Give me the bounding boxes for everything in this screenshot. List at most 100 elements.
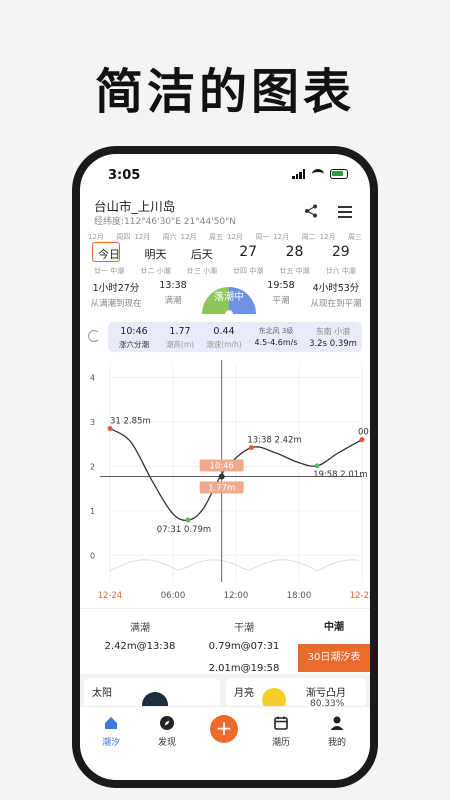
tab-label: 发现: [157, 738, 176, 748]
status-icons: [292, 169, 348, 179]
x-tick-label: 06:00: [161, 591, 186, 601]
day-sub: 廿一 中潮: [94, 267, 125, 275]
info-caption: 潮高(m): [165, 340, 195, 349]
info-value: 东南 小浪: [315, 327, 351, 336]
day-sub: 廿三 小潮: [186, 267, 217, 275]
point-label: 07:31 0.79m: [157, 525, 211, 535]
promo-title: 简洁的图表: [94, 64, 355, 120]
point-label: 19:58 2.01m: [313, 470, 367, 480]
day-month: 12月: [273, 233, 290, 241]
tide-chart[interactable]: 0 1 2 3 4 12-24 06:00 12:00 18:00 12-25 31 2.85m 07…: [80, 354, 370, 608]
info-height: 1.77 潮高(m): [158, 326, 202, 350]
x-tick-label: 12:00: [224, 591, 249, 601]
tab-tide[interactable]: 潮汐: [86, 715, 136, 748]
tab-label: 潮汐: [101, 738, 120, 748]
day-item[interactable]: 12月 周二 28 廿五 中潮: [271, 230, 317, 278]
high-tide-point: [359, 437, 365, 443]
plus-icon[interactable]: +: [210, 715, 238, 743]
high-tide-time: 13:38 满潮: [150, 280, 196, 306]
high-tide-point: [107, 426, 113, 432]
high-tide-1: 2.42m@13:38: [104, 641, 176, 652]
refresh-icon[interactable]: [88, 330, 100, 342]
day-label: 27: [239, 244, 258, 260]
x-tick-label: 18:00: [287, 591, 312, 601]
status-time: 3:05: [108, 168, 141, 183]
battery-icon: [330, 169, 348, 179]
compass-icon: [160, 716, 174, 730]
cursor-time-label: 10:46: [209, 462, 234, 472]
tab-calendar[interactable]: 潮历: [256, 715, 306, 748]
location-title[interactable]: 台山市_上川岛: [94, 196, 175, 215]
day-sub: 廿五 中潮: [279, 267, 310, 275]
summary-caption: 从现在到平潮: [310, 299, 362, 309]
day-weekday: 周六: [162, 233, 177, 241]
day-weekday: 周四: [116, 233, 131, 241]
day-sub: 廿六 中潮: [325, 267, 356, 275]
info-value: 10:46: [120, 326, 148, 337]
info-caption: 潮速(m/h): [206, 340, 242, 349]
low-tide-point: [185, 517, 191, 523]
cursor-point: [218, 473, 225, 480]
tab-discover[interactable]: 发现: [142, 715, 192, 748]
tab-label: 我的: [327, 738, 346, 748]
summary-caption: 从满潮到现在: [90, 299, 142, 309]
day-weekday: 周一: [255, 233, 270, 241]
tide-level-label: 中潮: [324, 622, 344, 633]
sun-title: 太阳: [92, 688, 112, 699]
y-tick-label: 2: [90, 462, 95, 471]
y-tick-label: 0: [90, 551, 95, 560]
day-item[interactable]: 12月 周三 29 廿六 中潮: [318, 230, 364, 278]
high-tide-header: 满潮: [130, 623, 150, 634]
signal-icon: [292, 169, 306, 179]
time-to-slack: 4小时53分 从现在到平潮: [304, 280, 368, 309]
day-item[interactable]: 12月 周六 明天 廿二 小潮: [132, 230, 178, 278]
app-screen: 3:05 台山市_上川岛 经纬度:112°46'30"E 21°44'50"N …: [80, 154, 370, 780]
day-month: 12月: [134, 233, 151, 241]
secondary-curve: [109, 559, 359, 572]
low-tide-1: 0.79m@07:31: [208, 641, 280, 652]
day-item[interactable]: 12月 周一 27 廿四 中潮: [225, 230, 271, 278]
day-label: 今日: [98, 248, 121, 261]
current-info-bar: 10:46 涨六分潮 1.77 潮高(m) 0.44 潮速(m/h) 东北风 3…: [108, 322, 362, 352]
user-icon: [330, 716, 344, 730]
info-caption: 4.5-4.6m/s: [254, 338, 298, 347]
day-selector: 12月 周四 今日 廿一 中潮 12月 周六 明天 廿二 小潮 12月 周五 后…: [86, 230, 364, 278]
point-label: 31 2.85m: [110, 417, 151, 427]
tide-table-button[interactable]: 30日潮汐表: [298, 644, 370, 672]
summary-caption: 满潮: [164, 296, 182, 306]
location-coords: 经纬度:112°46'30"E 21°44'50"N: [94, 217, 236, 227]
info-value: 1.77: [169, 326, 191, 337]
summary-caption: 平潮: [272, 296, 290, 306]
x-tick-label: 12-24: [98, 591, 123, 601]
menu-icon[interactable]: [338, 206, 352, 218]
home-icon: [105, 717, 117, 729]
x-tick-label: 12-25: [350, 591, 370, 601]
info-caption: 3.2s 0.39m: [309, 339, 357, 349]
day-month: 12月: [180, 233, 197, 241]
y-tick-label: 4: [90, 373, 95, 382]
day-weekday: 周三: [347, 233, 362, 241]
status-bar: 3:05: [80, 154, 370, 192]
low-tide-header: 干潮: [234, 623, 254, 634]
day-item[interactable]: 12月 周四 今日 廿一 中潮: [86, 230, 132, 278]
tab-profile[interactable]: 我的: [312, 715, 362, 748]
info-wind: 东北风 3级 4.5-4.6m/s: [248, 326, 304, 347]
cursor-value-label: 1.77m: [208, 484, 235, 494]
info-caption: 涨六分潮: [119, 340, 149, 349]
day-item[interactable]: 12月 周五 后天 廿三 小潮: [179, 230, 225, 278]
day-label: 后天: [190, 248, 213, 261]
point-label: 13:38 2.42m: [247, 436, 301, 446]
info-time: 10:46 涨六分潮: [110, 326, 158, 350]
low-tide-2: 2.01m@19:58: [208, 663, 280, 674]
moon-title: 月亮: [234, 688, 254, 699]
share-icon[interactable]: [304, 204, 318, 218]
tab-label: 潮历: [271, 738, 290, 748]
day-month: 12月: [319, 233, 336, 241]
day-label: 29: [331, 244, 350, 260]
calendar-icon: [274, 716, 288, 730]
point-label: 00:18 2.6: [358, 428, 370, 438]
day-label: 28: [285, 244, 304, 260]
day-month: 12月: [226, 233, 243, 241]
day-sub: 廿四 中潮: [233, 267, 264, 275]
day-weekday: 周二: [301, 233, 316, 241]
